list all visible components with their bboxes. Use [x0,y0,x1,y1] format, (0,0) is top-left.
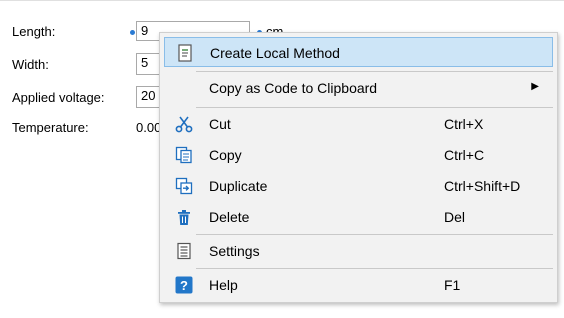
duplicate-icon [175,177,193,195]
menu-item-create-local-method[interactable]: Create Local Method [164,37,553,67]
menu-separator [196,71,553,72]
menu-separator [196,107,553,108]
menu-item-settings[interactable]: Settings [164,236,553,266]
menu-item-copy-as-code[interactable]: Copy as Code to Clipboard ▶ [164,73,553,103]
menu-item-duplicate[interactable]: Duplicate Ctrl+Shift+D [164,171,553,201]
menu-item-label: Create Local Method [210,45,340,61]
submenu-arrow-icon: ▶ [531,81,539,92]
menu-item-copy[interactable]: Copy Ctrl+C [164,140,553,170]
menu-item-shortcut: Ctrl+C [444,147,485,163]
temperature-value: 0.00 [136,120,162,135]
local-method-icon [178,44,192,62]
trash-icon [178,210,190,225]
menu-item-shortcut: Ctrl+X [444,116,484,132]
context-menu: Create Local Method Copy as Code to Clip… [159,32,558,303]
menu-item-cut[interactable]: Cut Ctrl+X [164,109,553,139]
copy-icon [175,146,192,164]
temperature-label: Temperature: [12,120,89,135]
menu-item-shortcut: Ctrl+Shift+D [444,178,521,194]
menu-item-label: Settings [209,243,260,259]
help-icon: ? [175,276,193,294]
voltage-label: Applied voltage: [12,90,105,105]
menu-item-shortcut: Del [444,209,466,225]
menu-item-label: Copy as Code to Clipboard [209,80,378,96]
menu-item-shortcut: F1 [444,277,461,293]
menu-item-label: Help [209,277,238,293]
menu-item-delete[interactable]: Delete Del [164,202,553,232]
menu-item-help[interactable]: ? Help F1 [164,270,553,300]
menu-item-label: Copy [209,147,242,163]
length-label: Length: [12,24,56,39]
width-label: Width: [12,57,49,72]
menu-item-label: Cut [209,116,231,132]
settings-icon [177,242,191,260]
scissors-icon [175,116,193,133]
length-selection-handle[interactable] [130,30,135,35]
svg-text:?: ? [180,278,188,293]
menu-separator [196,234,553,235]
menu-item-label: Duplicate [209,178,268,194]
menu-separator [196,268,553,269]
menu-item-label: Delete [209,209,250,225]
